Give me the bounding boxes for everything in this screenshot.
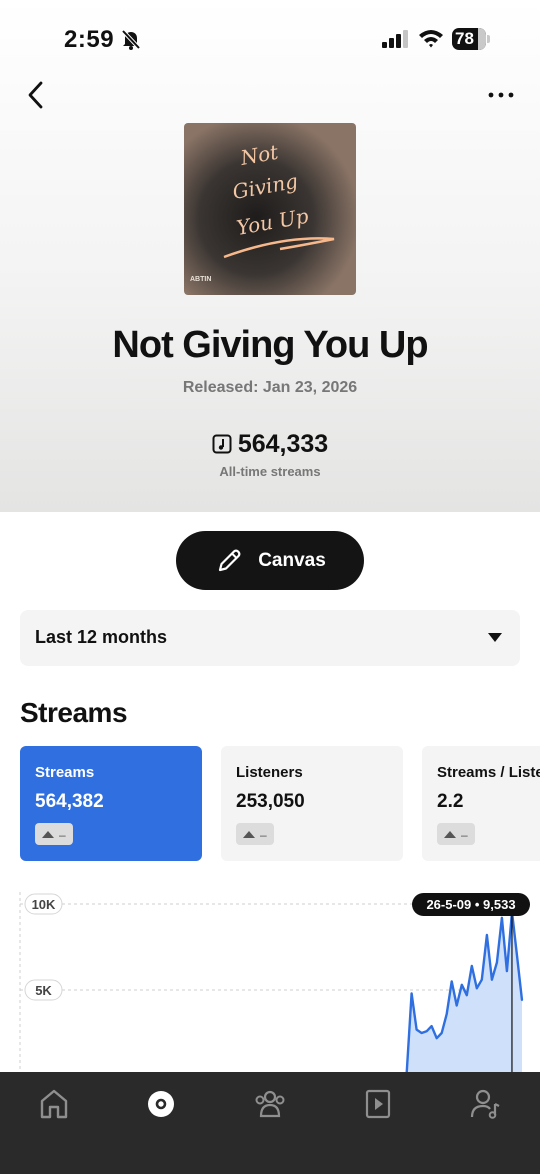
metric-label: Streams / Listener [437,764,540,781]
cover-art: Not Giving You Up ABTIN [184,123,356,295]
chart-point [506,970,508,972]
chart-area [406,912,522,1074]
audience-tab[interactable] [252,1086,288,1122]
chart-point [455,1004,458,1007]
svg-text:–: – [461,828,468,842]
chart-point [415,1028,418,1031]
music-note-icon [212,434,232,454]
home-tab[interactable] [36,1086,72,1122]
catalog-tab[interactable] [143,1086,179,1122]
campaigns-icon [365,1089,391,1119]
chart-point [450,980,453,983]
chart-y-tick-label: 5K [35,983,52,998]
chart-point [460,984,463,986]
metric-value: 253,050 [236,791,305,812]
home-icon [40,1089,68,1119]
all-time-streams: 564,333 [0,428,540,460]
cellular-signal-icon [382,30,408,48]
trend-badge: – [35,823,73,845]
campaigns-tab[interactable] [360,1086,396,1122]
metric-value: 564,382 [35,791,104,812]
section-title: Streams [20,697,128,728]
svg-text:–: – [59,828,66,842]
bell-muted-icon [121,29,141,50]
chart-point [496,961,498,964]
chart-tooltip: 26-5-09 • 9,533 [412,893,530,916]
pencil-icon [219,549,241,571]
battery-level: 78 [455,29,474,48]
chart-point [435,1037,438,1039]
canvas-button-label: Canvas [258,549,326,571]
status-time: 2:59 [64,26,115,53]
trend-badge: – [437,823,475,845]
wifi-icon [419,30,443,48]
profile-tab[interactable] [468,1086,504,1122]
tab-bar [0,1072,540,1174]
all-time-streams-value: 564,333 [237,429,329,458]
metric-card-listeners[interactable]: Listeners 253,050 – [221,746,403,861]
metric-label: Listeners [236,764,303,781]
catalog-icon [148,1091,174,1117]
chart-point [440,1032,443,1034]
chart-point [486,934,488,936]
metric-label: Streams [35,764,95,781]
track-title: Not Giving You Up [112,324,428,366]
chart-y-tick-label: 10K [32,897,56,912]
metric-card-streams-per-listener[interactable]: Streams / Listener 2.2 – [422,746,540,861]
chart-point [420,1032,423,1034]
chart-point [521,999,523,1002]
chart-point [430,1025,433,1027]
profile-icon [470,1089,500,1119]
trend-badge: – [236,823,274,845]
back-button[interactable] [22,78,50,112]
chart-point [491,978,493,981]
audience-icon [255,1090,285,1118]
chart-point [410,992,413,995]
chart-point [445,1013,448,1015]
cover-artist: ABTIN [190,276,211,283]
date-range-value: Last 12 months [35,627,168,647]
svg-text:–: – [260,828,267,842]
chart-point [465,994,468,996]
chart-point [481,978,483,981]
metric-card-streams[interactable]: Streams 564,382 – [20,746,202,861]
status-bar: 2:59 78 [0,0,540,80]
release-date: Released: Jan 23, 2026 [182,379,358,396]
more-options-button[interactable] [484,82,518,108]
all-time-streams-label: All-time streams [219,464,321,479]
canvas-button[interactable]: Canvas [176,531,364,590]
chart-point [516,954,518,957]
chart-point [476,987,478,990]
caret-down-icon [488,633,502,642]
chart-point [471,965,473,967]
chart-point [425,1030,428,1033]
date-range-select[interactable]: Last 12 months [20,610,520,666]
battery-indicator: 78 [452,28,490,50]
metric-value: 2.2 [437,791,464,812]
chart-point [501,916,503,919]
